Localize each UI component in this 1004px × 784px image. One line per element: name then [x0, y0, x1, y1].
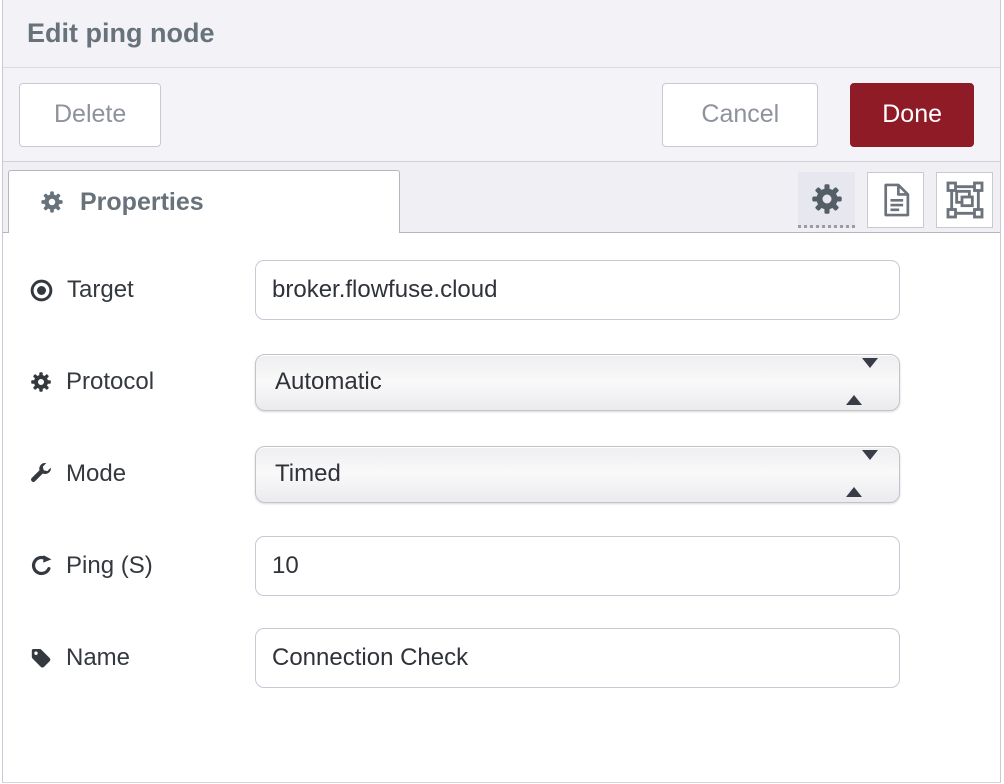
ping-interval-input[interactable] [255, 536, 900, 596]
form-row-name: Name [29, 612, 1000, 704]
protocol-label: Protocol [29, 368, 255, 396]
dialog-title: Edit ping node [27, 18, 214, 49]
wrench-icon [29, 462, 53, 486]
mode-select-value: Timed [275, 460, 341, 488]
target-label: Target [29, 276, 255, 304]
tab-properties[interactable]: Properties [8, 170, 400, 233]
select-arrows-icon [846, 368, 878, 396]
dialog-button-bar: Delete Cancel Done [3, 68, 1000, 162]
target-input[interactable] [255, 260, 900, 320]
refresh-icon [29, 554, 53, 578]
document-icon [877, 181, 915, 219]
cancel-button[interactable]: Cancel [662, 83, 818, 147]
tab-icon-buttons [798, 172, 993, 228]
protocol-select[interactable]: Automatic [255, 354, 900, 411]
description-button[interactable] [867, 172, 924, 228]
gear-icon [39, 189, 65, 215]
gear-icon [29, 370, 53, 394]
form-row-mode: Mode Timed [29, 428, 1000, 520]
dialog-header: Edit ping node [3, 0, 1000, 68]
appearance-button[interactable] [936, 172, 993, 228]
mode-label: Mode [29, 460, 255, 488]
edit-node-tray: Edit ping node Delete Cancel Done [2, 0, 1001, 783]
circle-dot-icon [29, 278, 54, 303]
name-label: Name [29, 644, 255, 672]
appearance-group-icon [945, 180, 985, 220]
editor-tab-bar: Properties [3, 162, 1000, 233]
form-row-protocol: Protocol Automatic [29, 336, 1000, 428]
done-button[interactable]: Done [850, 83, 974, 147]
name-input[interactable] [255, 628, 900, 688]
gear-icon [809, 181, 845, 217]
form-row-ping: Ping (S) [29, 520, 1000, 612]
form-row-target: Target [29, 244, 1000, 336]
tag-icon [29, 646, 53, 670]
delete-button[interactable]: Delete [19, 83, 161, 147]
protocol-select-value: Automatic [275, 368, 382, 396]
ping-label: Ping (S) [29, 552, 255, 580]
properties-form: Target [3, 233, 1000, 704]
tab-properties-label: Properties [80, 188, 204, 217]
select-arrows-icon [846, 460, 878, 488]
mode-select[interactable]: Timed [255, 446, 900, 503]
properties-gear-button[interactable] [798, 172, 855, 228]
